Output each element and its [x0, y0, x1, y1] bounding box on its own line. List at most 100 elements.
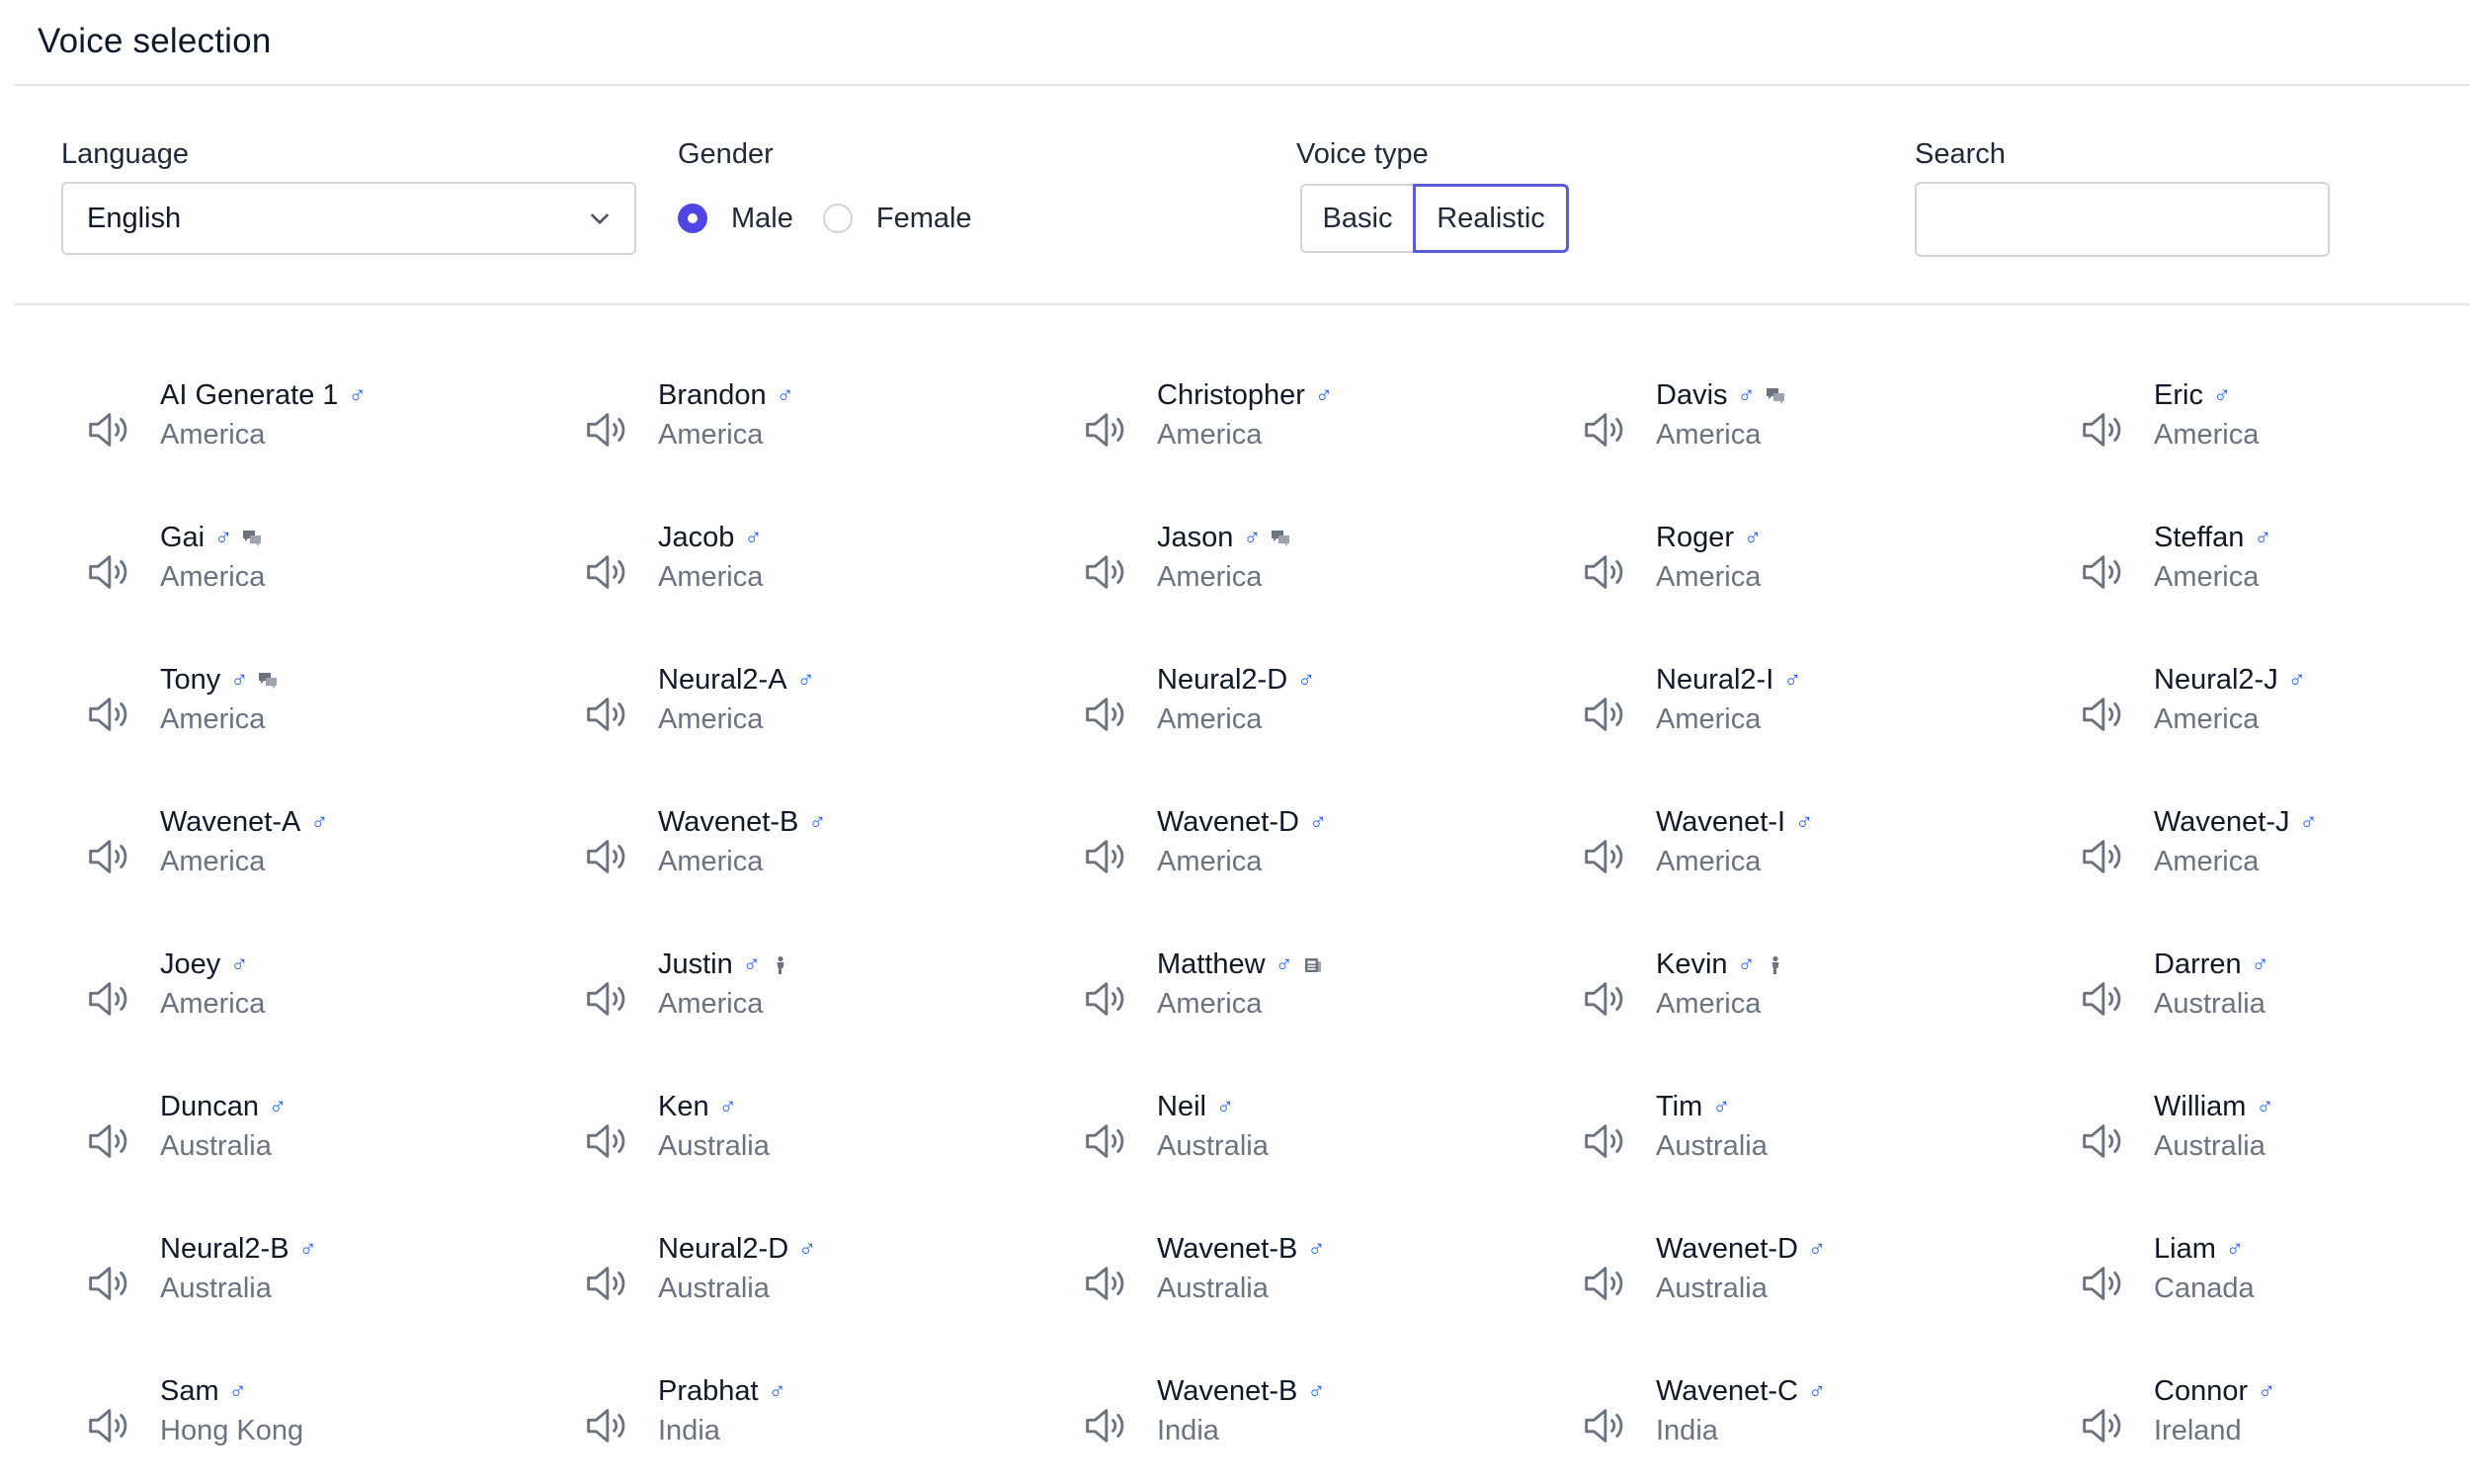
voice-region: America — [1157, 419, 1263, 451]
voice-card[interactable]: Jacob ♂ America — [581, 522, 1055, 630]
voice-card[interactable]: Wavenet-D ♂ America — [1080, 806, 1554, 915]
chat-icon — [243, 530, 262, 546]
speaker-icon[interactable] — [2077, 834, 2122, 879]
speaker-icon[interactable] — [2077, 407, 2122, 453]
voice-card[interactable]: Duncan ♂ Australia — [83, 1091, 557, 1199]
male-icon: ♂ — [230, 950, 249, 978]
voice-card[interactable]: Brandon ♂ America — [581, 379, 1055, 488]
voice-card[interactable]: Neural2-I ♂ America — [1579, 664, 2053, 773]
speaker-icon[interactable] — [581, 834, 626, 879]
speaker-icon[interactable] — [2077, 976, 2122, 1022]
voice-name-row: Wavenet-J ♂ — [2154, 806, 2318, 839]
speaker-icon[interactable] — [2077, 549, 2122, 595]
male-icon: ♂ — [1307, 1377, 1326, 1405]
male-icon: ♂ — [2225, 1235, 2244, 1263]
speaker-icon[interactable] — [581, 1261, 626, 1306]
speaker-icon[interactable] — [83, 1403, 128, 1448]
voice-card[interactable]: Davis ♂ America — [1579, 379, 2053, 488]
voice-card[interactable]: Neural2-A ♂ America — [581, 664, 1055, 773]
voice-card[interactable]: Steffan ♂ America — [2077, 522, 2470, 630]
speaker-icon[interactable] — [1080, 549, 1125, 595]
voice-card[interactable]: Wavenet-B ♂ America — [581, 806, 1055, 915]
speaker-icon[interactable] — [1080, 1403, 1125, 1448]
voice-card[interactable]: Roger ♂ America — [1579, 522, 2053, 630]
voice-name: Wavenet-I — [1656, 806, 1786, 838]
voice-card[interactable]: Liam ♂ Canada — [2077, 1233, 2470, 1342]
voice-name: Ken — [658, 1091, 709, 1122]
voice-card[interactable]: Darren ♂ Australia — [2077, 948, 2470, 1057]
voice-card[interactable]: Neural2-J ♂ America — [2077, 664, 2470, 773]
voice-card[interactable]: Neil ♂ Australia — [1080, 1091, 1554, 1199]
voice-name-row: Tony ♂ — [160, 664, 278, 697]
speaker-icon[interactable] — [83, 1118, 128, 1164]
voice-name: Matthew — [1157, 948, 1266, 980]
voice-region: America — [2154, 703, 2260, 735]
voice-region: America — [160, 988, 266, 1020]
speaker-icon[interactable] — [581, 976, 626, 1022]
speaker-icon[interactable] — [2077, 1403, 2122, 1448]
voice-card[interactable]: Wavenet-D ♂ Australia — [1579, 1233, 2053, 1342]
voice-name-row: Christopher ♂ — [1157, 379, 1333, 412]
speaker-icon[interactable] — [1579, 834, 1624, 879]
voice-name: Duncan — [160, 1091, 259, 1122]
speaker-icon[interactable] — [581, 407, 626, 453]
speaker-icon[interactable] — [83, 692, 128, 737]
voice-card[interactable]: AI Generate 1 ♂ America — [83, 379, 557, 488]
voice-card[interactable]: Christopher ♂ America — [1080, 379, 1554, 488]
voice-card[interactable]: Justin ♂ America — [581, 948, 1055, 1057]
voice-card[interactable]: Neural2-D ♂ America — [1080, 664, 1554, 773]
speaker-icon[interactable] — [83, 976, 128, 1022]
voice-card[interactable]: Tony ♂ America — [83, 664, 557, 773]
speaker-icon[interactable] — [581, 1118, 626, 1164]
male-icon: ♂ — [1307, 1235, 1326, 1263]
voice-region: Australia — [2154, 988, 2265, 1020]
speaker-icon[interactable] — [83, 549, 128, 595]
speaker-icon[interactable] — [1080, 1261, 1125, 1306]
voice-card[interactable]: Wavenet-I ♂ America — [1579, 806, 2053, 915]
speaker-icon[interactable] — [581, 1403, 626, 1448]
speaker-icon[interactable] — [2077, 692, 2122, 737]
voice-card[interactable]: Joey ♂ America — [83, 948, 557, 1057]
speaker-icon[interactable] — [1579, 1261, 1624, 1306]
voice-card[interactable]: Connor ♂ Ireland — [2077, 1375, 2470, 1484]
voice-card[interactable]: Wavenet-B ♂ India — [1080, 1375, 1554, 1484]
speaker-icon[interactable] — [83, 407, 128, 453]
speaker-icon[interactable] — [1579, 407, 1624, 453]
speaker-icon[interactable] — [581, 549, 626, 595]
voice-card[interactable]: Prabhat ♂ India — [581, 1375, 1055, 1484]
voice-card[interactable]: Gai ♂ America — [83, 522, 557, 630]
speaker-icon[interactable] — [2077, 1118, 2122, 1164]
voice-card[interactable]: Wavenet-J ♂ America — [2077, 806, 2470, 915]
speaker-icon[interactable] — [83, 834, 128, 879]
voice-card[interactable]: Wavenet-A ♂ America — [83, 806, 557, 915]
speaker-icon[interactable] — [1080, 1118, 1125, 1164]
speaker-icon[interactable] — [1579, 1403, 1624, 1448]
voice-name: Wavenet-B — [1157, 1375, 1298, 1407]
voice-card[interactable]: Wavenet-B ♂ Australia — [1080, 1233, 1554, 1342]
voice-card[interactable]: Jason ♂ America — [1080, 522, 1554, 630]
male-icon: ♂ — [2299, 808, 2318, 836]
voice-name-row: Wavenet-B ♂ — [1157, 1375, 1325, 1408]
speaker-icon[interactable] — [1579, 1118, 1624, 1164]
voice-card[interactable]: Eric ♂ America — [2077, 379, 2470, 488]
voice-card[interactable]: Tim ♂ Australia — [1579, 1091, 2053, 1199]
speaker-icon[interactable] — [2077, 1261, 2122, 1306]
speaker-icon[interactable] — [1080, 407, 1125, 453]
voice-card[interactable]: William ♂ Australia — [2077, 1091, 2470, 1199]
speaker-icon[interactable] — [83, 1261, 128, 1306]
speaker-icon[interactable] — [581, 692, 626, 737]
voice-card[interactable]: Kevin ♂ America — [1579, 948, 2053, 1057]
voice-card[interactable]: Wavenet-C ♂ India — [1579, 1375, 2053, 1484]
speaker-icon[interactable] — [1579, 549, 1624, 595]
voice-card[interactable]: Neural2-D ♂ Australia — [581, 1233, 1055, 1342]
voice-grid: AI Generate 1 ♂ America Brandon ♂ America Chri… — [0, 0, 2470, 1454]
voice-card[interactable]: Sam ♂ Hong Kong — [83, 1375, 557, 1484]
speaker-icon[interactable] — [1579, 976, 1624, 1022]
voice-card[interactable]: Neural2-B ♂ Australia — [83, 1233, 557, 1342]
speaker-icon[interactable] — [1080, 834, 1125, 879]
voice-card[interactable]: Ken ♂ Australia — [581, 1091, 1055, 1199]
speaker-icon[interactable] — [1080, 692, 1125, 737]
speaker-icon[interactable] — [1080, 976, 1125, 1022]
speaker-icon[interactable] — [1579, 692, 1624, 737]
voice-card[interactable]: Matthew ♂ America — [1080, 948, 1554, 1057]
